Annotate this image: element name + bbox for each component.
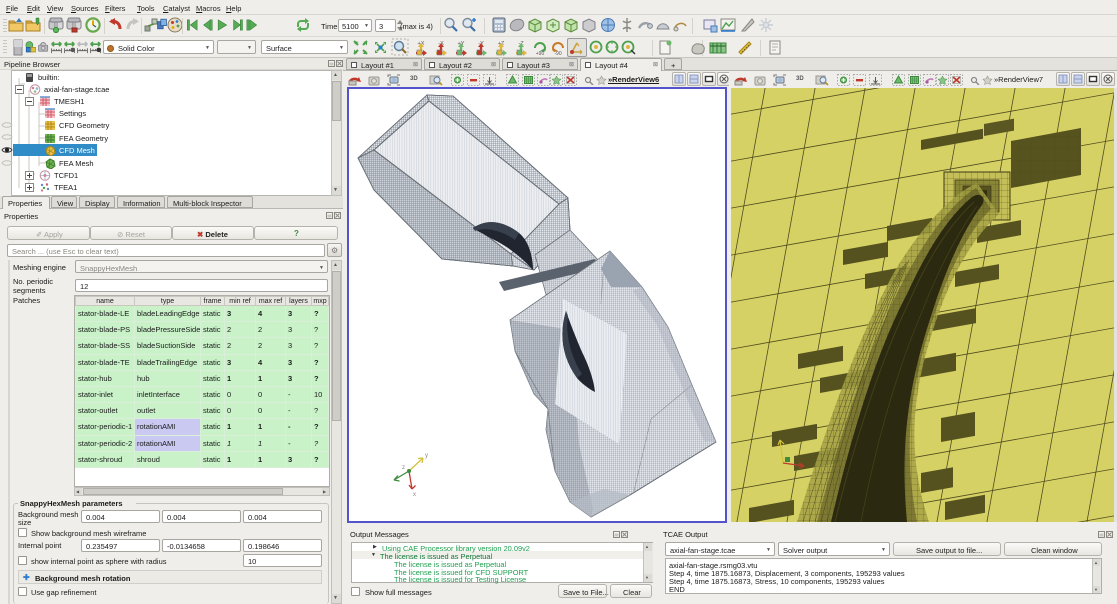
svg-text:+90: +90 [536, 51, 545, 56]
svg-text:x: x [413, 492, 416, 498]
svg-text:y: y [425, 453, 428, 459]
svg-text:-90: -90 [554, 51, 561, 56]
svg-text:z: z [402, 465, 405, 471]
